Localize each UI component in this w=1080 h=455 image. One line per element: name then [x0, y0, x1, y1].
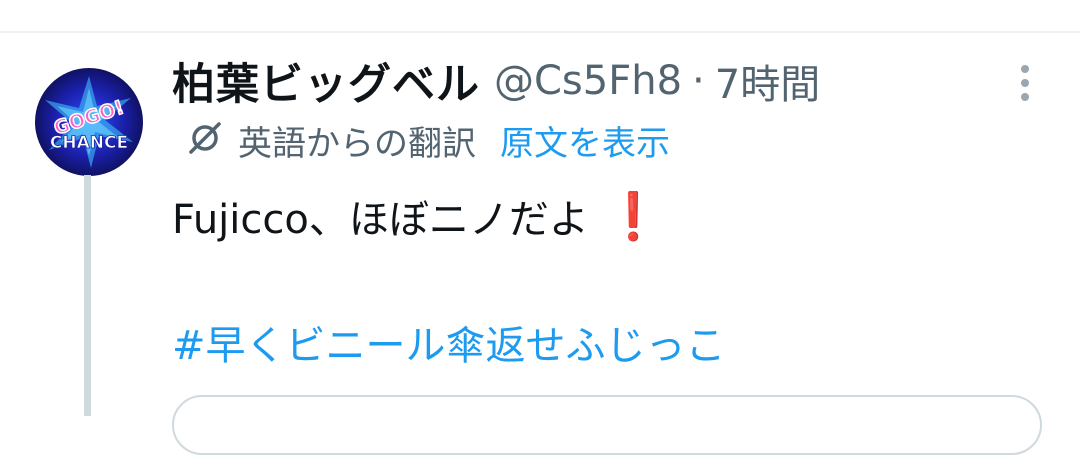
exclamation-emoji: ❗ [604, 188, 663, 243]
separator-dot: · [692, 58, 705, 104]
thread-line [84, 175, 91, 416]
translation-label: 英語からの翻訳 [238, 123, 476, 164]
avatar-text-bottom: CHANCE [50, 133, 128, 153]
hashtag-link[interactable]: #早くビニール傘返せふじっこ [172, 313, 726, 371]
translation-bar: 英語からの翻訳 原文を表示 [186, 116, 670, 165]
more-dot [1021, 93, 1029, 101]
display-name[interactable]: 柏葉ビッグベル [172, 50, 480, 112]
tweet-header: 柏葉ビッグベル @Cs5Fh8 · 7時間 [172, 49, 820, 113]
tweet-body: Fujicco、ほぼニノだよ [172, 197, 589, 243]
more-options-button[interactable] [1010, 65, 1040, 101]
timestamp[interactable]: 7時間 [715, 52, 820, 110]
translate-slash-icon [186, 119, 224, 161]
show-original-link[interactable]: 原文を表示 [500, 116, 670, 165]
avatar[interactable]: GOGO! CHANCE [35, 68, 143, 176]
tweet[interactable]: GOGO! CHANCE 柏葉ビッグベル @Cs5Fh8 · 7時間 英語からの… [0, 33, 1080, 455]
user-handle[interactable]: @Cs5Fh8 [494, 58, 682, 104]
more-vertical-icon [1021, 65, 1029, 73]
quote-card[interactable] [172, 395, 1042, 455]
tweet-text: Fujicco、ほぼニノだよ ❗ [172, 187, 662, 245]
more-dot [1021, 79, 1029, 87]
avatar-image: GOGO! CHANCE [35, 68, 143, 176]
